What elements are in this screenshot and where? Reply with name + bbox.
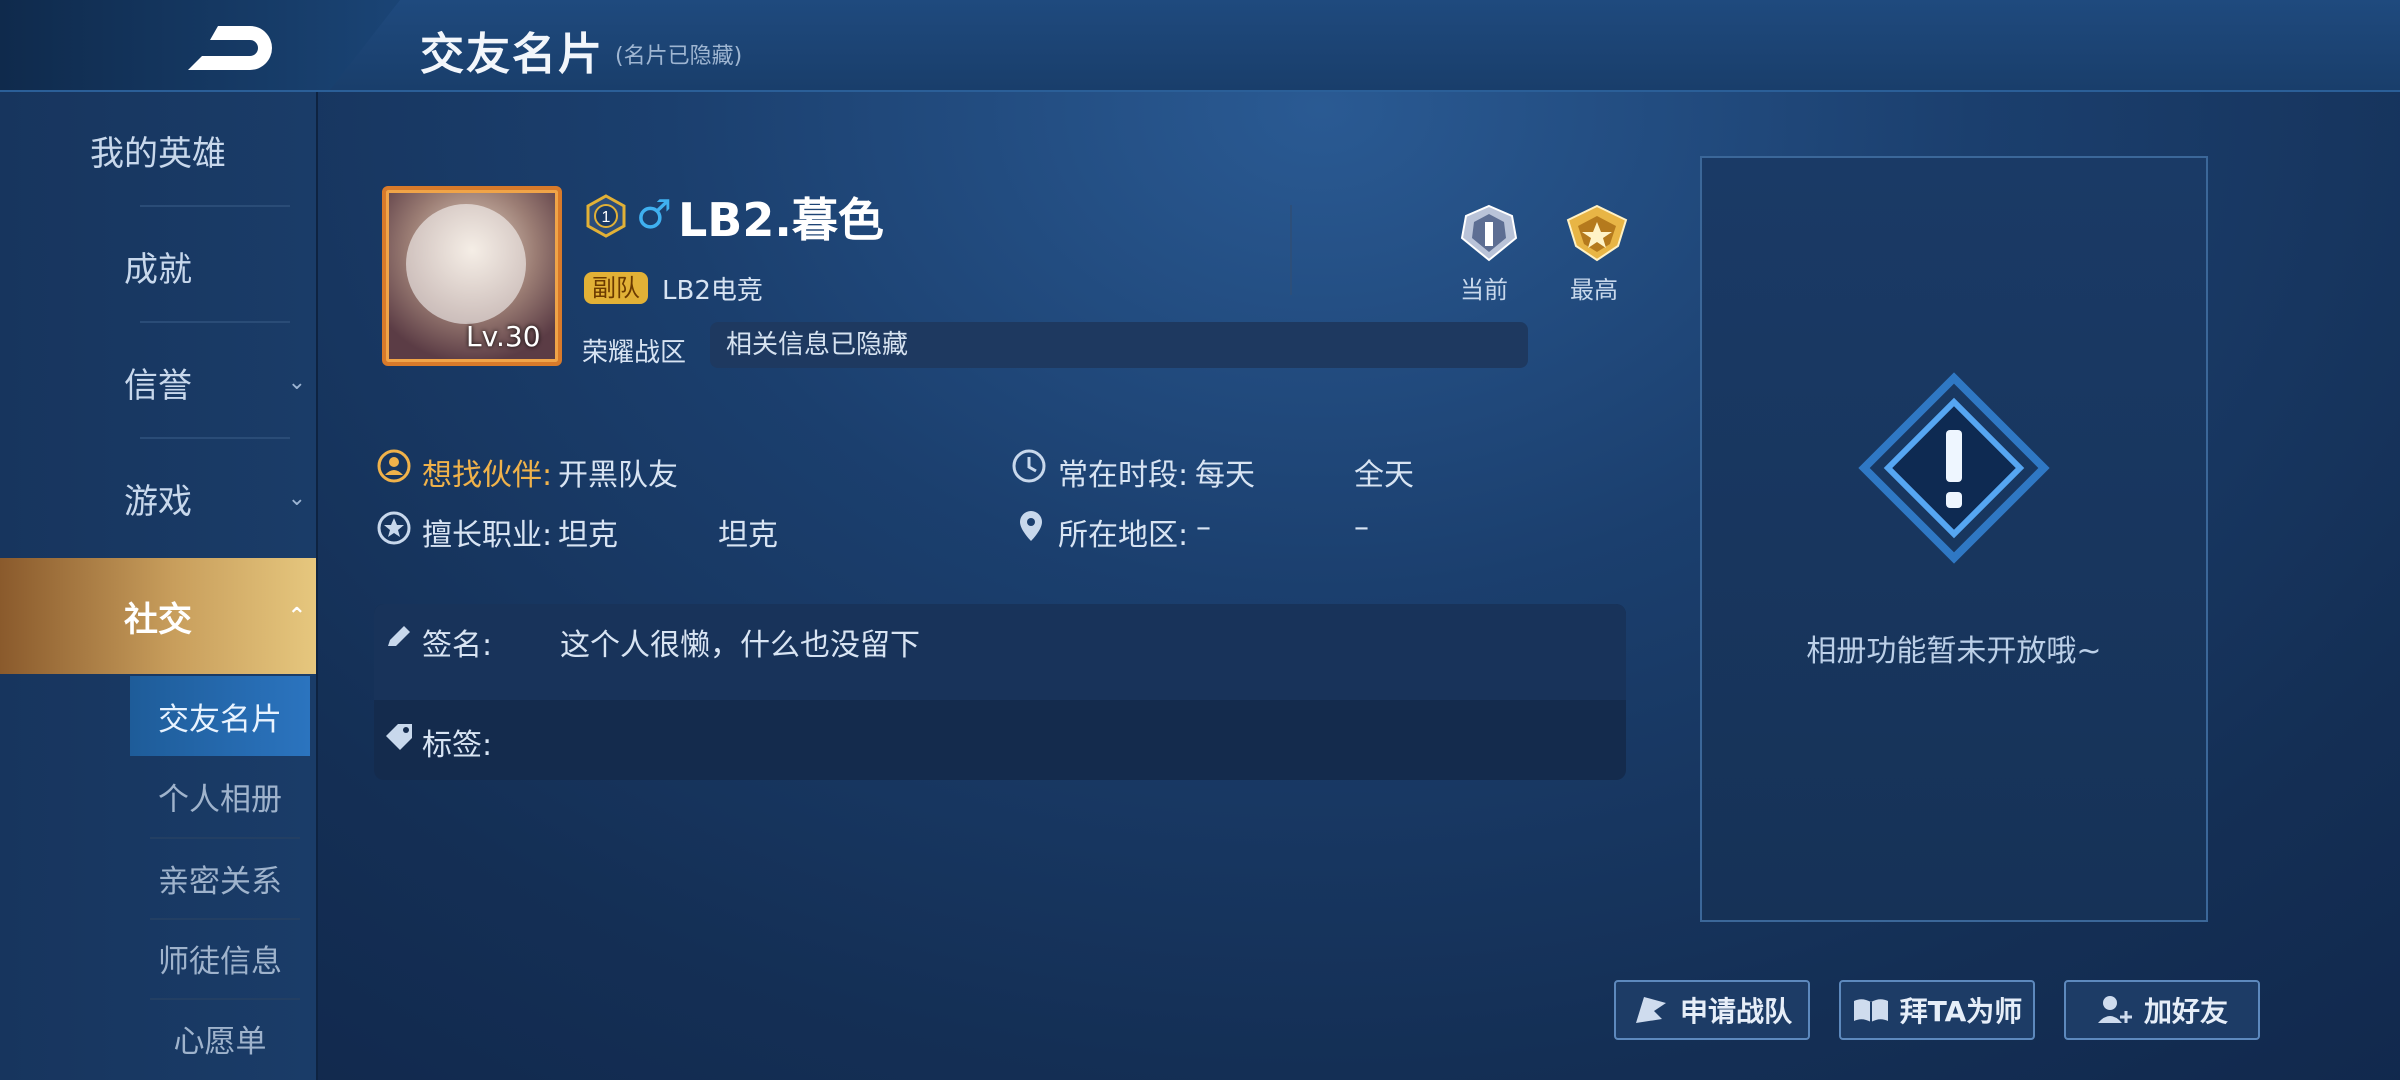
sub-item-wishlist[interactable]: 心愿单 (130, 998, 310, 1078)
rank-badge-icon: 1 (584, 194, 628, 238)
apply-team-label: 申请战队 (1679, 995, 1792, 1028)
sidebar-item-game[interactable]: 游戏 ⌄ (0, 440, 316, 556)
honor-label: 荣耀战区 (582, 338, 687, 368)
sidebar-item-label: 我的英雄 (90, 133, 226, 174)
location-icon (1013, 508, 1049, 548)
divider (1290, 205, 1292, 295)
current-rank-emblem-icon[interactable] (1456, 202, 1522, 264)
sub-item-label: 交友名片 (158, 701, 282, 738)
time-label: 常在时段: (1058, 458, 1189, 493)
tag-icon (384, 722, 416, 756)
mentor-label: 拜TA为师 (1899, 995, 2023, 1028)
sidebar-item-label: 信誉 (124, 365, 192, 406)
star-icon (376, 510, 412, 550)
highest-rank-label: 最高 (1570, 276, 1618, 304)
sub-item-label: 亲密关系 (158, 863, 282, 900)
warning-icon (1854, 368, 2054, 568)
avatar-art (406, 204, 526, 324)
sidebar-item-achievements[interactable]: 成就 (0, 208, 316, 324)
sub-item-mentor[interactable]: 师徒信息 (130, 918, 310, 998)
signature-panel: 签名: 这个人很懒，什么也没留下 标签: (374, 604, 1626, 780)
add-friend-button[interactable]: 加好友 (2064, 980, 2260, 1040)
chevron-down-icon: ⌄ (287, 370, 306, 395)
partner-icon (376, 448, 412, 488)
pencil-icon (384, 622, 414, 656)
chevron-up-icon: ⌃ (287, 604, 306, 629)
sidebar-item-label: 成就 (124, 249, 192, 290)
team-role-badge: 副队 (584, 272, 648, 304)
sub-item-friend-card[interactable]: 交友名片 (130, 676, 310, 756)
chevron-down-icon: ⌄ (287, 486, 306, 511)
region-value-1: – (1196, 510, 1211, 545)
sidebar-item-my-heroes[interactable]: 我的英雄 (0, 92, 316, 208)
sidebar-item-label: 游戏 (124, 481, 192, 522)
flag-icon (1635, 997, 1666, 1023)
sub-item-album[interactable]: 个人相册 (130, 756, 310, 836)
avatar[interactable]: Lv.30 (382, 186, 562, 366)
sub-item-label: 心愿单 (173, 1023, 267, 1060)
time-value-2: 全天 (1354, 458, 1414, 493)
highest-rank-emblem-icon[interactable] (1564, 202, 1630, 264)
page-title: 交友名片 (420, 29, 604, 80)
sidebar: 我的英雄 成就 信誉 ⌄ 游戏 ⌄ 社交 ⌃ 交友名片 个人相册 亲密关系 师徒… (0, 92, 318, 1080)
team-name: LB2电竞 (662, 276, 763, 306)
sidebar-divider (140, 437, 290, 439)
role-value-2: 坦克 (718, 518, 778, 553)
partner-value: 开黑队友 (558, 458, 678, 493)
signature-label: 签名: (422, 628, 493, 663)
level-label: Lv.30 (466, 320, 541, 353)
page-subtitle: (名片已隐藏) (615, 44, 743, 69)
apply-team-button[interactable]: 申请战队 (1614, 980, 1810, 1040)
region-value-2: – (1354, 510, 1369, 545)
rank-badge-number: 1 (602, 209, 611, 226)
partner-label: 想找伙伴: (422, 458, 553, 493)
book-icon (1853, 999, 1888, 1022)
clock-icon (1011, 448, 1047, 488)
male-icon: ♂ (636, 192, 672, 238)
add-friend-label: 加好友 (2143, 995, 2228, 1028)
signature-value: 这个人很懒，什么也没留下 (560, 628, 920, 663)
region-label: 所在地区: (1058, 518, 1189, 553)
sub-item-label: 师徒信息 (158, 943, 282, 980)
sub-item-label: 个人相册 (158, 781, 282, 818)
sidebar-divider (140, 321, 290, 323)
add-user-icon (2097, 996, 2132, 1023)
sidebar-item-label: 社交 (124, 599, 192, 640)
sidebar-divider (140, 205, 290, 207)
album-panel: 相册功能暂未开放哦~ (1700, 156, 2208, 922)
back-arrow-icon (188, 26, 272, 70)
album-message: 相册功能暂未开放哦~ (1806, 634, 2102, 669)
role-label: 擅长职业: (422, 518, 553, 553)
tag-label: 标签: (422, 728, 493, 763)
current-rank-label: 当前 (1460, 276, 1508, 304)
role-value-1: 坦克 (558, 518, 618, 553)
honor-value: 相关信息已隐藏 (710, 322, 1528, 368)
mentor-button[interactable]: 拜TA为师 (1839, 980, 2035, 1040)
player-name: LB2.暮色 (678, 193, 884, 247)
sub-item-intimacy[interactable]: 亲密关系 (130, 838, 310, 918)
sidebar-item-credit[interactable]: 信誉 ⌄ (0, 324, 316, 440)
sidebar-item-social[interactable]: 社交 ⌃ (0, 558, 316, 674)
time-value-1: 每天 (1195, 458, 1255, 493)
back-button[interactable] (180, 20, 280, 76)
